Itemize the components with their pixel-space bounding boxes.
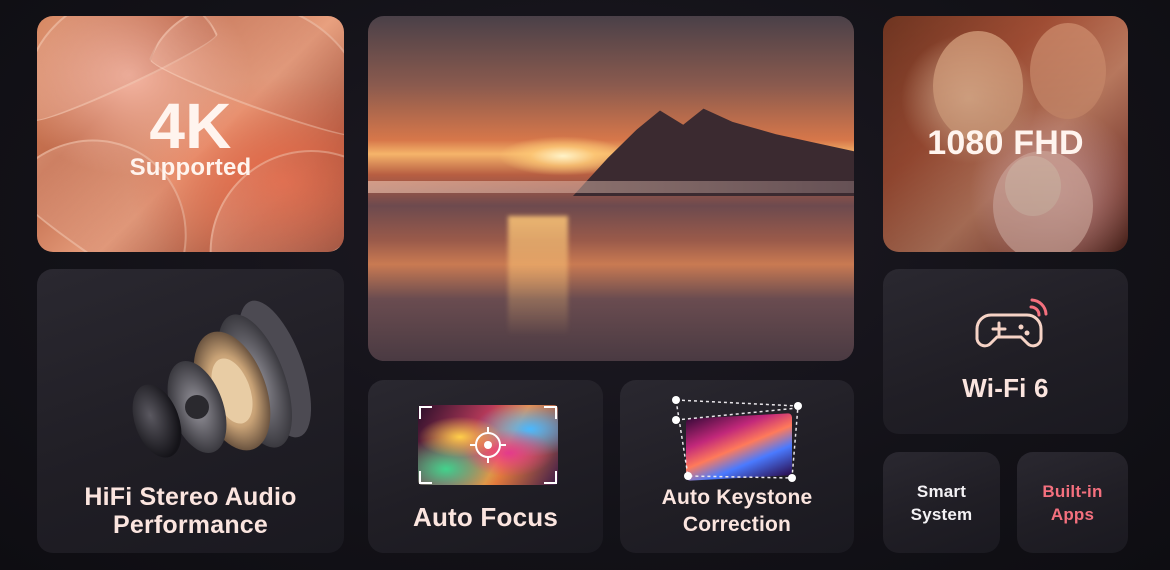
tile-apps-line2: Apps: [1050, 505, 1095, 524]
feature-tile-wifi6: Wi-Fi 6: [883, 269, 1128, 434]
feature-tile-audio: HiFi Stereo Audio Performance: [37, 269, 344, 553]
feature-tile-keystone: Auto Keystone Correction: [620, 380, 854, 553]
tile-1080fhd-title: 1080 FHD: [927, 124, 1084, 162]
tile-audio-line1: HiFi Stereo Audio: [84, 483, 297, 511]
tile-smart-line2: System: [910, 505, 973, 524]
gamepad-icon: [975, 298, 1048, 348]
tile-wifi6-title: Wi-Fi 6: [962, 373, 1049, 403]
speaker-exploded-icon: [132, 300, 312, 458]
tile-apps-line1: Built-in: [1042, 482, 1103, 501]
feature-tile-smart-system: Smart System: [883, 452, 1000, 553]
tile-keystone-line1: Auto Keystone: [661, 486, 813, 509]
keystone-frame-icon: [672, 396, 802, 482]
tile-keystone-line2: Correction: [682, 513, 792, 536]
feature-tile-autofocus: Auto Focus: [368, 380, 603, 553]
sunset-image-tile: [368, 16, 854, 361]
tile-audio-line2: Performance: [112, 511, 269, 539]
feature-tile-4k: 4K Supported: [37, 16, 344, 252]
tile-4k-subtitle: Supported: [129, 154, 252, 181]
tile-4k-title: 4K: [149, 90, 232, 162]
feature-tile-builtin-apps: Built-in Apps: [1017, 452, 1128, 553]
focus-target-icon: [419, 406, 557, 484]
shoreline: [368, 181, 854, 193]
sun-reflection: [508, 216, 568, 336]
tile-smart-line1: Smart: [916, 482, 967, 501]
feature-tile-1080fhd: 1080 FHD: [883, 16, 1128, 252]
tile-autofocus-title: Auto Focus: [413, 502, 558, 532]
